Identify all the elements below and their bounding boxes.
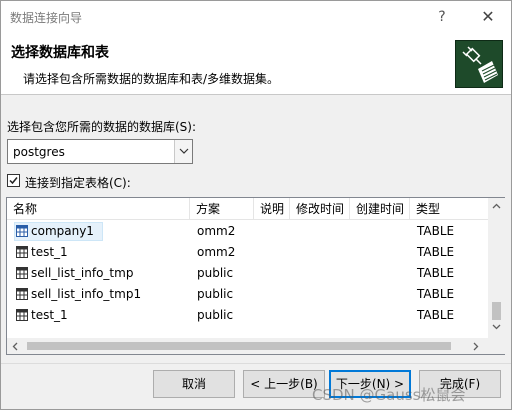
row-name: sell_list_info_tmp1 bbox=[31, 287, 142, 301]
row-name: sell_list_info_tmp bbox=[31, 266, 134, 280]
row-schema: public bbox=[197, 308, 234, 322]
chevron-down-icon[interactable] bbox=[492, 324, 501, 330]
connect-table-label: 连接到指定表格(C): bbox=[25, 176, 131, 190]
table-row[interactable]: test_1 omm2 TABLE bbox=[7, 242, 488, 263]
table-list-header: 名称 方案 说明 修改时间 创建时间 类型 bbox=[7, 198, 488, 220]
row-name: company1 bbox=[31, 224, 94, 238]
window-title: 数据连接向导 bbox=[10, 11, 83, 25]
close-button[interactable]: ✕ bbox=[475, 4, 501, 30]
chevron-up-icon[interactable] bbox=[492, 203, 501, 209]
column-header-name[interactable]: 名称 bbox=[7, 198, 190, 220]
watermark-text: CSDN @Gauss松鼠会 bbox=[312, 386, 466, 404]
chevron-right-icon[interactable] bbox=[473, 342, 479, 351]
row-schema: public bbox=[197, 266, 234, 280]
chevron-left-icon[interactable] bbox=[12, 342, 18, 351]
page-subheading: 请选择包含所需数据的数据库和表/多维数据集。 bbox=[23, 72, 280, 86]
row-type: TABLE bbox=[417, 287, 455, 301]
horizontal-scrollbar[interactable] bbox=[7, 338, 488, 354]
help-button[interactable]: ? bbox=[429, 4, 455, 30]
cancel-button[interactable]: 取消 bbox=[153, 370, 235, 398]
column-header-modified[interactable]: 修改时间 bbox=[290, 198, 350, 220]
row-schema: omm2 bbox=[197, 245, 236, 259]
database-plug-icon bbox=[455, 40, 503, 88]
chevron-down-icon bbox=[179, 148, 189, 154]
row-type: TABLE bbox=[417, 245, 455, 259]
column-header-created[interactable]: 创建时间 bbox=[350, 198, 410, 220]
footer-divider bbox=[1, 363, 511, 364]
row-name: test_1 bbox=[31, 245, 68, 259]
column-header-schema[interactable]: 方案 bbox=[190, 198, 254, 220]
table-row[interactable]: test_1 public TABLE bbox=[7, 305, 488, 326]
column-header-description[interactable]: 说明 bbox=[254, 198, 290, 220]
table-row[interactable]: sell_list_info_tmp public TABLE bbox=[7, 263, 488, 284]
scrollbar-corner bbox=[488, 338, 505, 354]
horizontal-scroll-thumb[interactable] bbox=[27, 342, 451, 350]
database-select[interactable]: postgres bbox=[7, 139, 193, 164]
table-row[interactable]: sell_list_info_tmp1 public TABLE bbox=[7, 284, 488, 305]
row-schema: omm2 bbox=[197, 224, 236, 238]
page-heading: 选择数据库和表 bbox=[11, 45, 109, 61]
dropdown-button[interactable] bbox=[174, 140, 192, 163]
table-row[interactable]: company1 omm2 TABLE bbox=[7, 221, 488, 242]
column-header-type[interactable]: 类型 bbox=[410, 198, 488, 220]
row-name: test_1 bbox=[31, 308, 68, 322]
vertical-scrollbar[interactable] bbox=[488, 198, 505, 338]
database-label: 选择包含您所需的数据的数据库(S): bbox=[7, 120, 197, 134]
vertical-scroll-thumb[interactable] bbox=[492, 302, 501, 320]
row-type: TABLE bbox=[417, 266, 455, 280]
database-select-value: postgres bbox=[13, 145, 65, 159]
row-type: TABLE bbox=[417, 224, 455, 238]
checkmark-icon bbox=[9, 177, 18, 185]
title-bar: 数据连接向导 ? ✕ bbox=[1, 1, 511, 33]
row-type: TABLE bbox=[417, 308, 455, 322]
data-connection-wizard-dialog: 数据连接向导 ? ✕ 选择数据库和表 请选择包含所需数据的数据库和表/多维数据集… bbox=[0, 0, 512, 410]
row-schema: public bbox=[197, 287, 234, 301]
connect-table-checkbox[interactable] bbox=[7, 174, 20, 187]
wizard-header: 选择数据库和表 请选择包含所需数据的数据库和表/多维数据集。 bbox=[1, 33, 511, 95]
table-list[interactable]: 名称 方案 说明 修改时间 创建时间 类型 company1 omm2 TABL… bbox=[6, 197, 505, 355]
